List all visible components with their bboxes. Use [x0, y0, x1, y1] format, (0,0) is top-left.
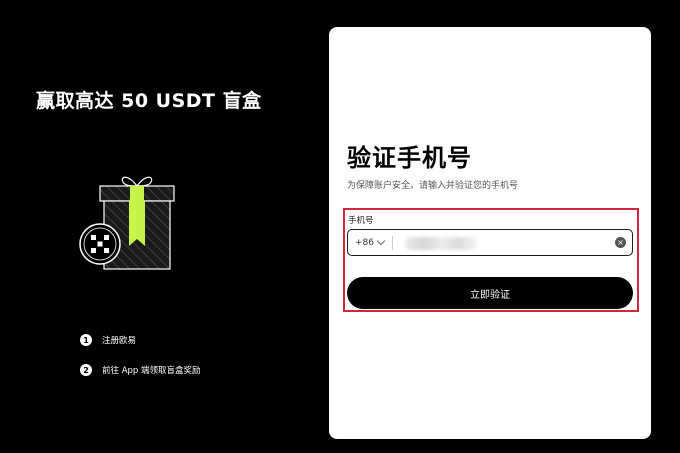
country-code-select[interactable]: +86: [355, 236, 386, 248]
verify-card: 验证手机号 为保障账户安全，请输入并验证您的手机号 手机号 +86 × 立即验证: [329, 27, 651, 439]
phone-field: +86 ×: [347, 229, 633, 256]
step-item: 2 前往 App 端领取盲盒奖励: [80, 362, 201, 378]
clear-icon[interactable]: ×: [615, 237, 626, 248]
redacted-phone-number: [406, 237, 476, 250]
chevron-down-icon: [376, 236, 386, 246]
steps-list: 1 注册欧易 2 前往 App 端领取盲盒奖励: [80, 332, 201, 392]
field-divider: [392, 235, 393, 250]
step-number: 2: [80, 364, 92, 376]
phone-field-label: 手机号: [348, 216, 374, 226]
step-label: 前往 App 端领取盲盒奖励: [102, 366, 201, 376]
country-code-value: +86: [355, 237, 374, 248]
step-number: 1: [80, 334, 92, 346]
page-title: 验证手机号: [347, 144, 472, 172]
okx-logo-icon: [78, 222, 122, 266]
verify-button[interactable]: 立即验证: [347, 277, 633, 309]
promo-title: 赢取高达 50 USDT 盲盒: [36, 90, 262, 112]
step-item: 1 注册欧易: [80, 332, 201, 348]
page-subtitle: 为保障账户安全，请输入并验证您的手机号: [347, 181, 519, 191]
step-label: 注册欧易: [102, 336, 137, 346]
